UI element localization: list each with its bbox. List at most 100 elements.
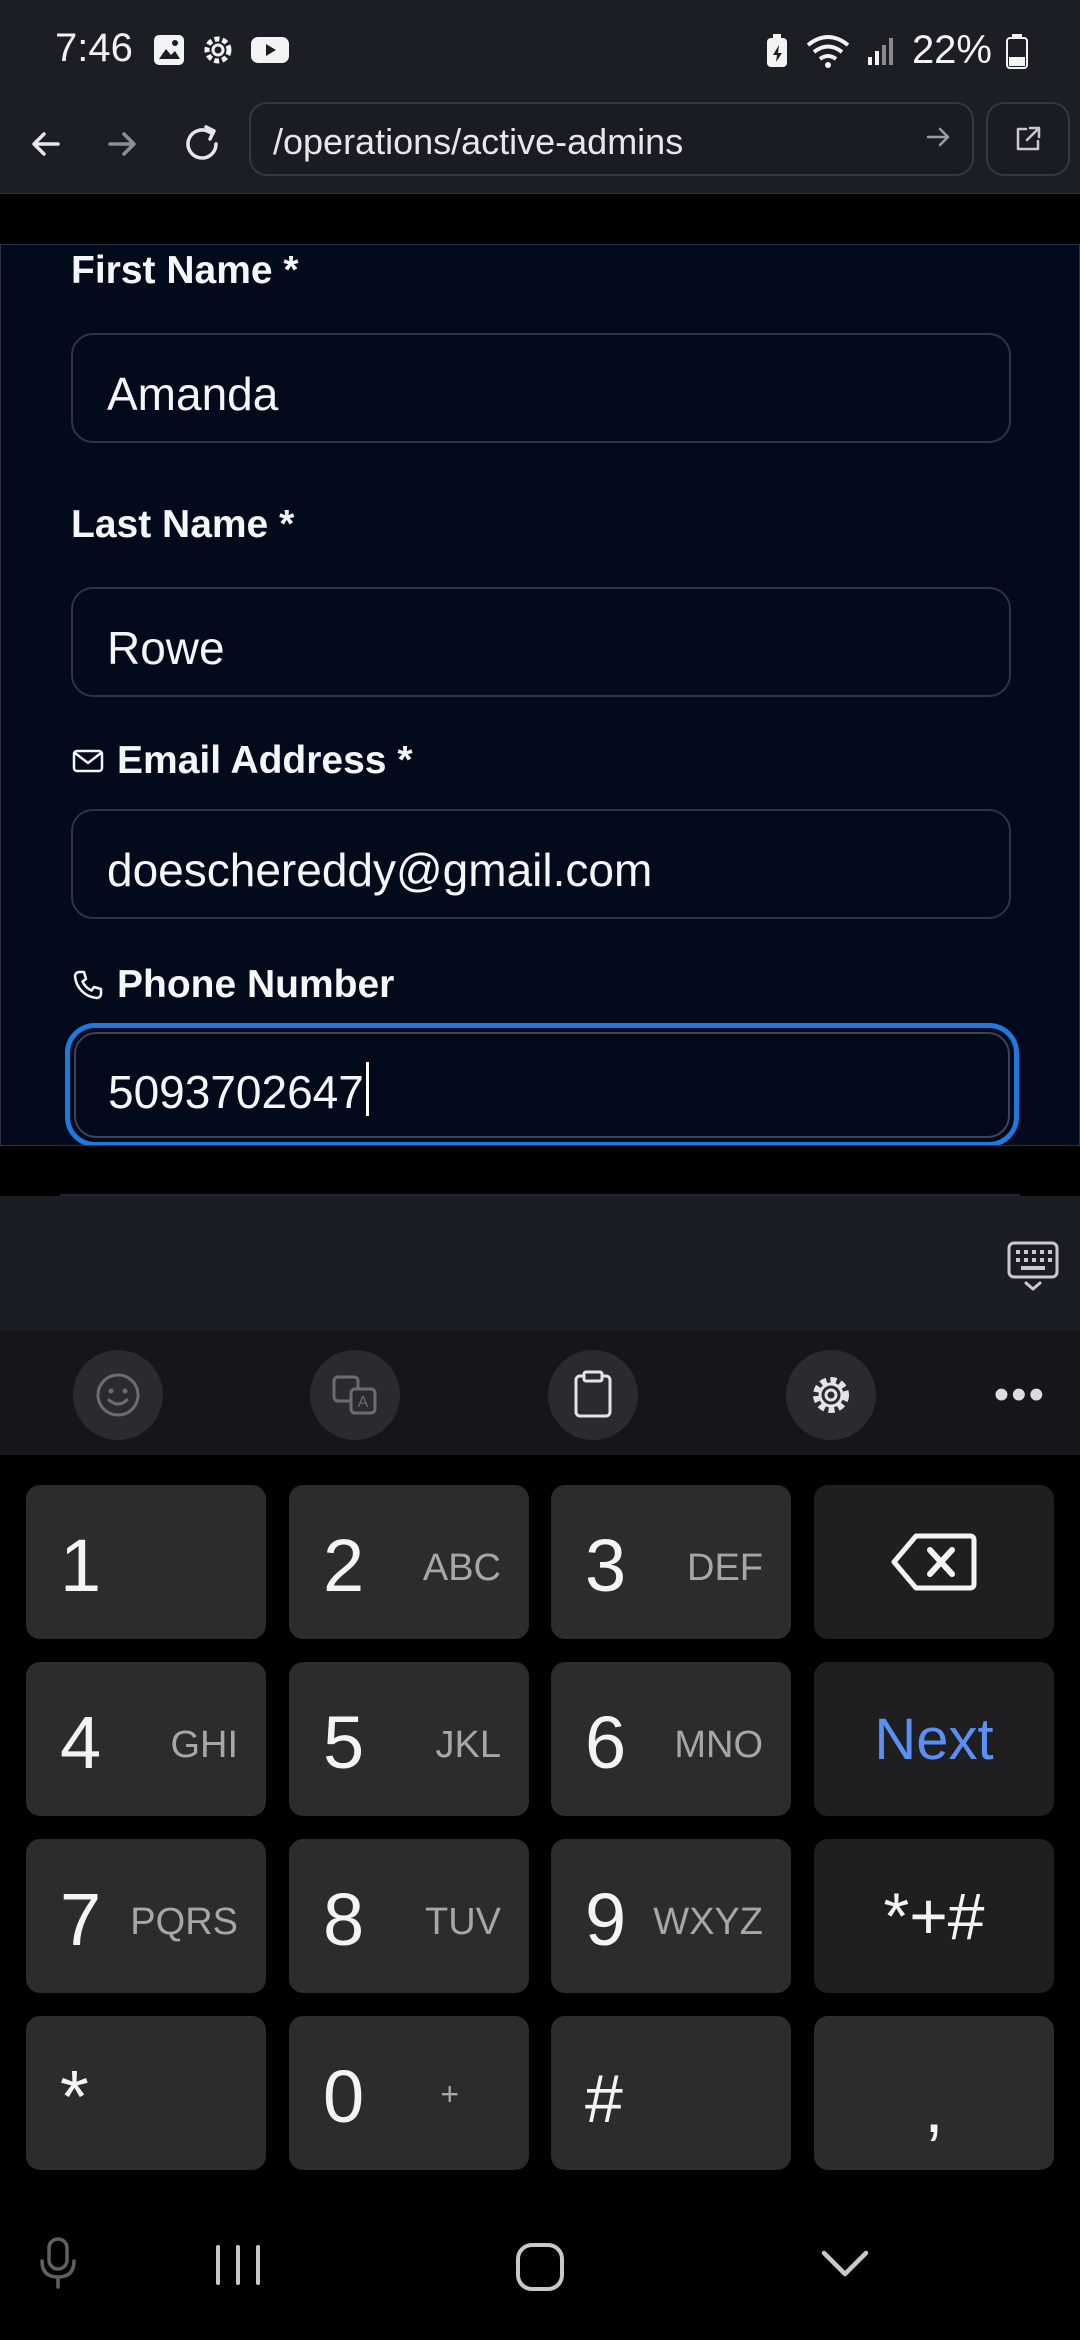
page-spacer-bottom xyxy=(0,1146,1080,1196)
key-0[interactable]: 0 + xyxy=(289,2016,529,2170)
key-letters: + xyxy=(440,2076,459,2112)
open-external-button[interactable] xyxy=(986,102,1070,176)
reload-button[interactable] xyxy=(172,114,232,174)
url-bar[interactable]: /operations/active-admins xyxy=(249,102,974,176)
key-7[interactable]: 7 PQRS xyxy=(26,1839,266,1993)
key-digit: 2 xyxy=(323,1524,365,1607)
next-key[interactable]: Next xyxy=(814,1662,1054,1816)
battery-percent: 22% xyxy=(911,28,992,72)
keyboard-toolbar: A ••• xyxy=(0,1330,1080,1455)
symbols-key-label: *+# xyxy=(883,1879,985,1953)
key-9[interactable]: 9 WXYZ xyxy=(551,1839,791,1993)
arrow-left-icon xyxy=(32,132,60,156)
signal-icon xyxy=(867,37,893,65)
reload-icon xyxy=(186,125,218,160)
last-name-label-text: Last Name * xyxy=(71,503,295,546)
key-8[interactable]: 8 TUV xyxy=(289,1839,529,1993)
symbols-key[interactable]: *+# xyxy=(814,1839,1054,1993)
phone-value: 5093702647 xyxy=(108,1066,364,1118)
forward-button[interactable] xyxy=(92,114,152,174)
home-icon[interactable] xyxy=(514,2241,566,2293)
last-name-value: Rowe xyxy=(107,622,225,674)
key-digit: 8 xyxy=(323,1878,365,1961)
keyboard-top-bar xyxy=(0,1196,1080,1330)
next-key-label: Next xyxy=(874,1706,994,1772)
key-letters: TUV xyxy=(425,1901,501,1943)
phone-value-wrap: 5093702647 xyxy=(108,1062,369,1119)
system-nav-bar xyxy=(0,2185,1080,2340)
settings-icon xyxy=(204,36,232,64)
status-icons-right: 22% xyxy=(764,28,1028,73)
clipboard-button[interactable] xyxy=(548,1350,638,1440)
chevron-down-icon[interactable] xyxy=(818,2247,872,2281)
go-arrow-icon[interactable] xyxy=(924,122,954,152)
admin-form: First Name * Amanda Last Name * Rowe Ema… xyxy=(0,244,1080,1146)
status-bar: 7:46 22% xyxy=(0,0,1080,96)
star-key-label: * xyxy=(60,2055,89,2138)
key-4[interactable]: 4 GHI xyxy=(26,1662,266,1816)
phone-label: Phone Number xyxy=(71,963,394,1007)
text-caret xyxy=(365,1062,369,1116)
back-button[interactable] xyxy=(16,114,76,174)
key-digit: 3 xyxy=(585,1524,627,1607)
svg-text:A: A xyxy=(358,1394,369,1411)
key-letters: ABC xyxy=(422,1547,501,1589)
microphone-icon[interactable] xyxy=(36,2235,80,2291)
next-key-content: Next xyxy=(814,1662,1054,1816)
wifi-icon xyxy=(806,34,850,68)
backspace-key[interactable] xyxy=(814,1485,1054,1639)
email-value: doeschereddy@gmail.com xyxy=(107,844,653,896)
key-digit: 9 xyxy=(585,1878,627,1961)
arrow-right-icon xyxy=(108,132,136,156)
url-text: /operations/active-admins xyxy=(273,121,684,162)
key-2[interactable]: 2 ABC xyxy=(289,1485,529,1639)
external-link-icon xyxy=(1016,126,1041,151)
first-name-label: First Name * xyxy=(71,249,299,293)
clipboard-icon xyxy=(574,1370,612,1418)
gear-icon xyxy=(813,1377,849,1413)
phone-field[interactable]: 5093702647 xyxy=(65,1023,1019,1145)
email-label-text: Email Address * xyxy=(117,739,413,782)
translate-icon: A xyxy=(332,1375,377,1415)
star-key[interactable]: * xyxy=(26,2016,266,2170)
key-3[interactable]: 3 DEF xyxy=(551,1485,791,1639)
key-1[interactable]: 1 xyxy=(26,1485,266,1639)
backspace-key-content xyxy=(814,1485,1054,1639)
key-digit: 6 xyxy=(585,1701,627,1784)
key-5[interactable]: 5 JKL xyxy=(289,1662,529,1816)
key-digit: 1 xyxy=(60,1524,102,1607)
youtube-icon xyxy=(251,37,289,63)
first-name-label-text: First Name * xyxy=(71,249,299,292)
first-name-field[interactable]: Amanda xyxy=(71,333,1011,443)
key-6[interactable]: 6 MNO xyxy=(551,1662,791,1816)
key-letters: DEF xyxy=(687,1547,763,1589)
key-letters: MNO xyxy=(674,1724,763,1766)
keyboard-settings-button[interactable] xyxy=(786,1350,876,1440)
browser-toolbar: /operations/active-admins xyxy=(0,96,1080,194)
last-name-field[interactable]: Rowe xyxy=(71,587,1011,697)
key-letters: GHI xyxy=(170,1724,238,1766)
translate-button[interactable]: A xyxy=(310,1350,400,1440)
phone-label-text: Phone Number xyxy=(117,963,395,1006)
status-icons-left xyxy=(152,32,290,68)
hash-key-label: # xyxy=(585,2061,623,2137)
more-options-button[interactable]: ••• xyxy=(994,1370,1046,1420)
key-letters: PQRS xyxy=(130,1901,238,1943)
key-digit: 7 xyxy=(60,1878,102,1961)
backspace-icon xyxy=(891,1533,977,1591)
key-letters: JKL xyxy=(435,1724,501,1766)
email-field[interactable]: doeschereddy@gmail.com xyxy=(71,809,1011,919)
key-digit: 0 xyxy=(323,2055,365,2138)
key-digit: 5 xyxy=(323,1701,365,1784)
hash-key[interactable]: # xyxy=(551,2016,791,2170)
key-digit: 4 xyxy=(60,1701,102,1784)
battery-saver-icon xyxy=(766,33,787,67)
recent-apps-icon[interactable] xyxy=(212,2243,264,2287)
emoji-icon xyxy=(96,1373,140,1417)
gallery-icon xyxy=(154,35,184,65)
comma-key[interactable]: , xyxy=(814,2016,1054,2170)
page-spacer xyxy=(0,194,1080,244)
key-letters: WXYZ xyxy=(653,1901,763,1943)
emoji-button[interactable] xyxy=(73,1350,163,1440)
keyboard-hide-icon[interactable] xyxy=(1006,1239,1060,1293)
